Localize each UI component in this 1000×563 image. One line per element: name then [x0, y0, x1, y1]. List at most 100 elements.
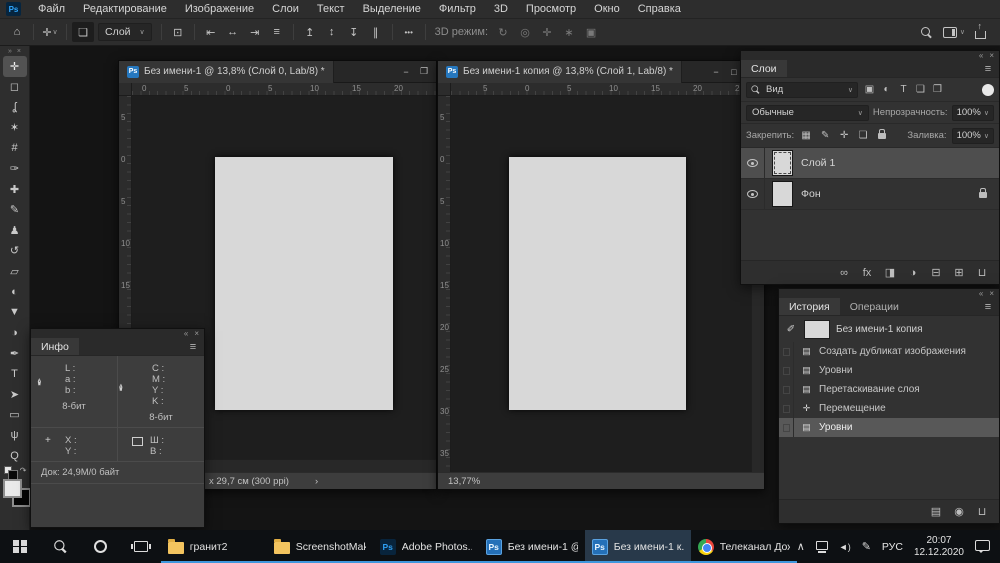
history-tab[interactable]: Операции	[840, 298, 909, 315]
taskbar-app-chrome[interactable]: Телеканал Дож...	[691, 530, 797, 563]
document-tab-2[interactable]: Ps Без имени-1 копия @ 13,8% (Слой 1, La…	[438, 61, 682, 83]
menu-type[interactable]: Текст	[308, 0, 354, 19]
taskbar-app-photoshop[interactable]: Ps Adobe Photos...	[373, 530, 479, 563]
new-adjustment-layer-icon[interactable]: ◑	[906, 267, 920, 279]
tool-quick-selection[interactable]: ✶	[3, 118, 27, 139]
workspace-switcher-icon[interactable]	[943, 27, 957, 38]
tool-blur[interactable]: ▼	[3, 302, 27, 323]
doc-minimize-button[interactable]: −	[708, 64, 724, 79]
tool-hand[interactable]: ψ	[3, 425, 27, 446]
delete-layer-icon[interactable]: ⊔	[975, 266, 989, 279]
taskbar-app-doc1[interactable]: Ps Без имени-1 @...	[479, 530, 585, 563]
canvas-2[interactable]	[509, 157, 686, 410]
tool-clone-stamp[interactable]: ♟	[3, 220, 27, 241]
move-tool-preset-icon[interactable]: ✛∨	[39, 22, 61, 42]
filter-shape-layers-icon[interactable]: ❏	[912, 82, 929, 98]
tab-info[interactable]: Инфо	[31, 338, 79, 355]
notification-center-icon[interactable]	[975, 540, 990, 551]
tab-layers[interactable]: Слои	[741, 60, 787, 77]
new-group-icon[interactable]: ⊟	[929, 266, 943, 279]
tool-healing-brush[interactable]: ✚	[3, 179, 27, 200]
distribute-icon[interactable]: ∥	[365, 22, 387, 42]
3d-roll-icon[interactable]: ◎	[514, 22, 536, 42]
tool-eraser[interactable]: ▱	[3, 261, 27, 282]
align-top-icon[interactable]: ↥	[299, 22, 321, 42]
layer-thumbnail[interactable]	[772, 181, 793, 207]
3d-camera-icon[interactable]: ▣	[580, 22, 602, 42]
layer-row[interactable]: Слой 1	[741, 148, 999, 179]
new-layer-icon[interactable]: ⊞	[952, 266, 966, 279]
language-indicator[interactable]: РУС	[882, 541, 903, 553]
toolbar-collapse-icon[interactable]: »	[8, 48, 12, 55]
history-state-row[interactable]: ▤ Уровни	[779, 418, 999, 437]
blend-mode-dropdown[interactable]: Обычные∨	[746, 105, 869, 121]
menu-layers[interactable]: Слои	[263, 0, 308, 19]
opacity-value[interactable]: 100%∨	[952, 105, 994, 121]
lock-image-icon[interactable]: ✎	[818, 130, 832, 141]
align-bottom-icon[interactable]: ↧	[343, 22, 365, 42]
menu-file[interactable]: Файл	[29, 0, 74, 19]
align-edges-icon[interactable]: ≡	[266, 22, 288, 42]
clock[interactable]: 20:07 12.12.2020	[914, 535, 964, 558]
layer-effects-icon[interactable]: fx	[860, 267, 874, 279]
tool-eyedropper[interactable]: ✑	[3, 159, 27, 180]
panel-collapse-icon[interactable]: «	[979, 290, 983, 298]
visibility-toggle[interactable]	[741, 179, 765, 209]
set-source-checkbox[interactable]	[779, 418, 794, 437]
tool-marquee[interactable]: ◻	[3, 77, 27, 98]
filter-adjustment-layers-icon[interactable]: ◐	[878, 82, 895, 98]
tool-gradient[interactable]: ◐	[3, 282, 27, 303]
more-align-options-icon[interactable]: •••	[398, 22, 420, 42]
volume-icon[interactable]: ◄)	[839, 542, 851, 552]
home-icon[interactable]: ⌂	[6, 22, 28, 42]
taskbar-app-granit2[interactable]: гранит2	[161, 530, 267, 563]
menu-3d[interactable]: 3D	[485, 0, 517, 19]
show-transform-controls-icon[interactable]: ⊡	[167, 22, 189, 42]
menu-filter[interactable]: Фильтр	[430, 0, 485, 19]
tool-shape[interactable]: ▭	[3, 405, 27, 426]
menu-edit[interactable]: Редактирование	[74, 0, 176, 19]
history-brush-source-icon[interactable]: ✐	[784, 324, 798, 335]
network-icon[interactable]	[816, 541, 828, 550]
filter-smart-objects-icon[interactable]: ❒	[929, 82, 946, 98]
new-snapshot-icon[interactable]: ◉	[952, 505, 966, 518]
tool-dodge[interactable]: ◑	[3, 323, 27, 344]
align-right-icon[interactable]: ⇥	[244, 22, 266, 42]
tool-type[interactable]: T	[3, 364, 27, 385]
align-left-icon[interactable]: ⇤	[200, 22, 222, 42]
set-source-checkbox[interactable]	[779, 399, 794, 418]
tray-expand-icon[interactable]: ∧	[797, 540, 805, 553]
tool-history-brush[interactable]: ↺	[3, 241, 27, 262]
3d-orbit-icon[interactable]: ↻	[492, 22, 514, 42]
layer-thumbnail[interactable]	[772, 150, 793, 176]
set-source-checkbox[interactable]	[779, 361, 794, 380]
panel-collapse-icon[interactable]: «	[979, 52, 983, 60]
menu-image[interactable]: Изображение	[176, 0, 263, 19]
new-doc-from-state-icon[interactable]: ▤	[929, 505, 943, 518]
panel-close-icon[interactable]: ×	[989, 290, 994, 298]
panel-close-icon[interactable]: ×	[989, 52, 994, 60]
tool-path-selection[interactable]: ➤	[3, 384, 27, 405]
share-icon[interactable]	[975, 31, 986, 39]
taskbar-app-doc2[interactable]: Ps Без имени-1 к...	[585, 530, 691, 563]
windows-ink-icon[interactable]: ✎	[862, 540, 871, 553]
task-view-button[interactable]	[121, 530, 161, 563]
panel-close-icon[interactable]: ×	[194, 330, 199, 338]
3d-pan-icon[interactable]: ✛	[536, 22, 558, 42]
menu-window[interactable]: Окно	[585, 0, 629, 19]
menu-view[interactable]: Просмотр	[517, 0, 585, 19]
tool-crop[interactable]: #	[3, 138, 27, 159]
toolbar-close-icon[interactable]: ×	[17, 48, 21, 55]
menu-select[interactable]: Выделение	[354, 0, 430, 19]
lock-position-icon[interactable]: ✛	[837, 130, 851, 141]
tool-brush[interactable]: ✎	[3, 200, 27, 221]
tool-pen[interactable]: ✒	[3, 343, 27, 364]
cortana-button[interactable]	[80, 530, 120, 563]
panel-menu-icon[interactable]: ≡	[977, 60, 999, 77]
taskbar-app-screenshotmaker[interactable]: ScreenshotMak...	[267, 530, 373, 563]
layer-filtering-toggle[interactable]	[982, 84, 994, 96]
panel-menu-icon[interactable]: ≡	[182, 338, 204, 355]
filter-pixel-layers-icon[interactable]: ▣	[861, 82, 878, 98]
history-snapshot-row[interactable]: ✐ Без имени-1 копия	[779, 316, 999, 342]
taskbar-search-button[interactable]	[40, 530, 80, 563]
